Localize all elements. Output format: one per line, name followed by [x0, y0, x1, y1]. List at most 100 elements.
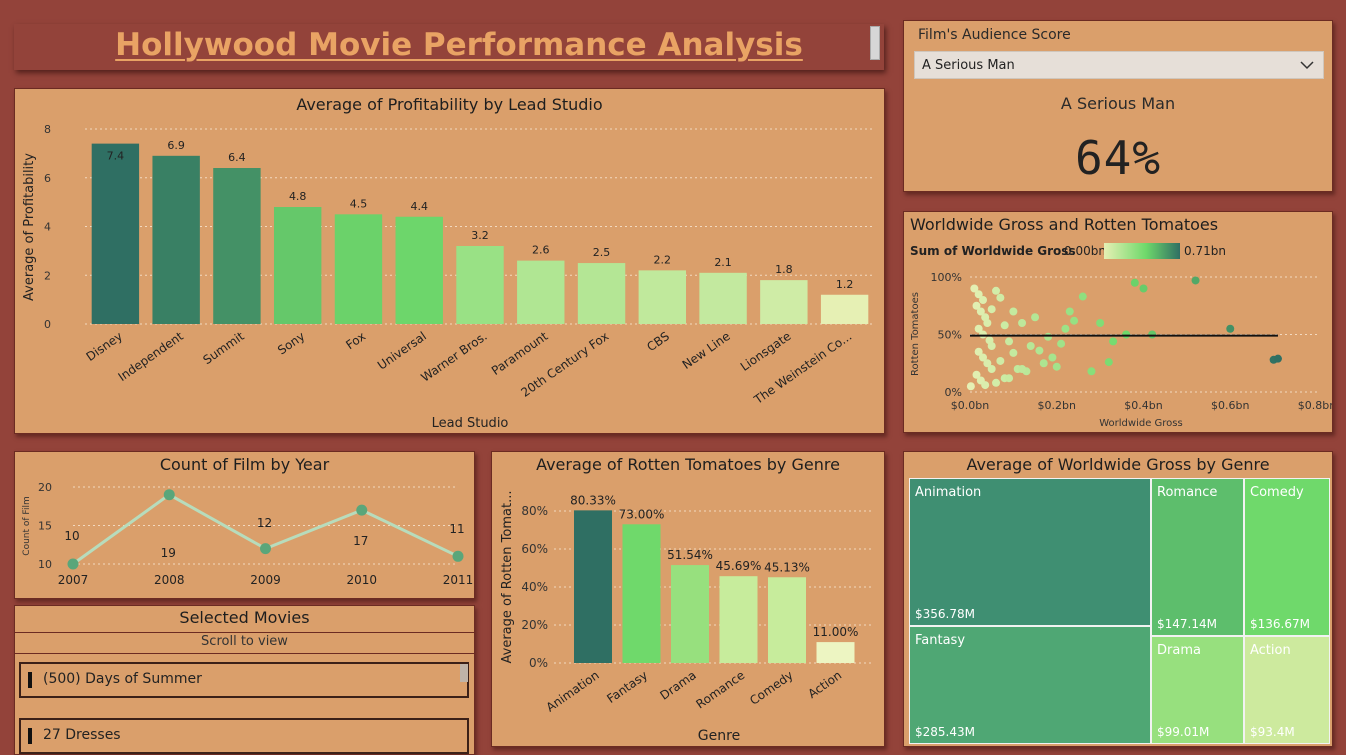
scatter-point [1087, 367, 1096, 376]
x-tick-label: Disney [84, 329, 126, 364]
bar-animation [574, 510, 612, 663]
bar-fantasy [622, 524, 661, 663]
x-axis-title: Worldwide Gross [1099, 418, 1182, 429]
bar-romance [719, 576, 758, 663]
treemap-value: $93.4M [1250, 725, 1295, 739]
scatter-point [1096, 319, 1105, 327]
scatter-chart: Sum of Worldwide Gross0.00bn 0.71bn 0% 50% 1… [910, 243, 1332, 429]
bar-independent [152, 155, 200, 324]
x-tick-label: Drama [657, 668, 698, 703]
scatter-point [1039, 359, 1048, 368]
scatter-chart-panel: Worldwide Gross and Rotten Tomatoes Sum … [903, 211, 1333, 433]
data-label: 11 [449, 522, 464, 536]
profitability-chart: 0 2 4 6 8 7.4 Disney 6.9 Independent 6.4 Summit 4.8… [22, 123, 875, 431]
bar-lionsgate [760, 280, 808, 324]
list-item[interactable]: (500) Days of Summer [19, 662, 469, 698]
treemap-value: $136.67M [1250, 617, 1310, 631]
data-point [260, 543, 271, 555]
scatter-point [1122, 330, 1131, 339]
scatter-point [1078, 292, 1087, 301]
y-tick-label: 10 [38, 558, 52, 571]
y-tick-label: 20 [38, 481, 52, 494]
x-axis-title: Lead Studio [432, 416, 509, 431]
y-tick-label: 100% [931, 271, 962, 284]
data-label: 73.00% [619, 507, 665, 521]
x-tick-label: $0.4bn [1124, 399, 1162, 412]
scatter-point [992, 378, 1001, 387]
bar-drama [671, 565, 709, 663]
scatter-point [1104, 358, 1113, 367]
y-tick-label: 0% [529, 656, 548, 670]
y-tick-label: 0 [44, 318, 51, 331]
scatter-point [996, 356, 1005, 365]
treemap-value: $99.01M [1157, 725, 1210, 739]
x-tick-label: Comedy [747, 668, 796, 708]
x-tick-label: Lionsgate [738, 329, 794, 374]
scatter-point [996, 293, 1005, 302]
divider [15, 653, 474, 654]
item-marker [28, 672, 32, 688]
y-axis-title: Count of Film [22, 496, 32, 555]
selected-movies-title: Selected Movies [179, 608, 310, 627]
scatter-point [1018, 365, 1027, 373]
scatter-point [992, 286, 1001, 295]
treemap-value: $285.43M [915, 725, 975, 739]
scatter-point [1226, 324, 1235, 333]
data-label: 19 [161, 546, 176, 560]
treemap-title: Average of Worldwide Gross by Genre [966, 455, 1270, 474]
treemap-label: Action [1250, 643, 1291, 658]
x-tick-label: Independent [116, 329, 187, 384]
x-tick-label: Universal [375, 329, 429, 373]
scatter-point [1031, 313, 1040, 322]
scroll-handle[interactable] [870, 26, 880, 60]
y-tick-label: 60% [521, 542, 548, 556]
item-marker [28, 728, 32, 744]
bar-disney [91, 143, 140, 324]
x-tick-label: Sony [275, 329, 307, 357]
treemap-cell-fantasy[interactable]: Fantasy $285.43M [909, 626, 1151, 744]
year-chart-panel: Count of Film by Year 10 15 20 Count of Fil… [14, 451, 475, 599]
list-item[interactable]: 27 Dresses [19, 718, 469, 754]
data-label: 1.2 [836, 278, 854, 291]
scatter-point [1191, 276, 1200, 285]
y-tick-label: 4 [44, 221, 51, 234]
scatter-point [1273, 354, 1282, 363]
scatter-point [1005, 374, 1014, 383]
genre-rt-chart-panel: Average of Rotten Tomatoes by Genre 0% 20… [491, 451, 885, 747]
scatter-point [1148, 330, 1157, 339]
divider [15, 632, 474, 633]
y-tick-label: 50% [938, 329, 962, 342]
data-label: 1.8 [775, 263, 793, 276]
y-tick-label: 40% [521, 580, 548, 594]
treemap-label: Comedy [1250, 485, 1304, 500]
scatter-point [979, 296, 988, 304]
bar-action [816, 642, 855, 663]
treemap-cell-action[interactable]: Action $93.4M [1244, 636, 1330, 744]
x-tick-label: $0.0bn [951, 399, 989, 412]
scatter-point [1044, 332, 1053, 341]
film-dropdown[interactable]: A Serious Man [914, 51, 1324, 79]
x-tick-label: 2010 [346, 573, 377, 587]
data-label: 12 [257, 516, 272, 530]
list-scrollbar[interactable] [460, 664, 468, 682]
scatter-point [1000, 321, 1009, 330]
x-tick-label: Warner Bros. [418, 329, 489, 385]
audience-score-panel: Film's Audience Score A Serious Man A Se… [903, 20, 1333, 192]
treemap-cell-romance[interactable]: Romance $147.14M [1151, 478, 1244, 636]
scatter-point [1130, 278, 1139, 287]
x-tick-label: Fantasy [604, 668, 650, 706]
data-label: 4.4 [410, 200, 428, 213]
data-label: 10 [64, 529, 79, 543]
scatter-point [1139, 284, 1148, 293]
x-tick-label: CBS [644, 329, 672, 354]
treemap-cell-comedy[interactable]: Comedy $136.67M [1244, 478, 1330, 636]
chevron-down-icon [1300, 61, 1314, 70]
legend-color-bar [1104, 243, 1180, 259]
scatter-point [966, 382, 975, 391]
treemap-cell-drama[interactable]: Drama $99.01M [1151, 636, 1244, 744]
y-tick-label: 6 [44, 172, 51, 185]
y-axis-title: Average of Rotten Tomat... [500, 491, 515, 664]
scatter-point [1005, 337, 1014, 346]
treemap-cell-animation[interactable]: Animation $356.78M [909, 478, 1151, 626]
scatter-point [981, 381, 990, 390]
